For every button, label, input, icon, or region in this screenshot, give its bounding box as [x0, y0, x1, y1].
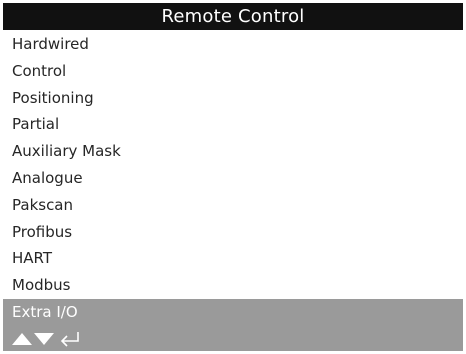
down-arrow-icon[interactable] [34, 333, 54, 345]
up-arrow-icon[interactable] [12, 333, 32, 345]
menu-item-hart[interactable]: HART [3, 245, 463, 272]
enter-return-icon[interactable] [60, 332, 79, 347]
menu-item-modbus[interactable]: Modbus [3, 272, 463, 299]
footer-nav-bar [3, 325, 463, 351]
page-title: Remote Control [3, 3, 463, 30]
menu-item-hardwired[interactable]: Hardwired [3, 31, 463, 58]
menu-list: Hardwired Control Positioning Partial Au… [3, 31, 463, 326]
menu-item-extra-io[interactable]: Extra I/O [3, 298, 463, 326]
menu-item-analogue[interactable]: Analogue [3, 165, 463, 192]
menu-item-partial[interactable]: Partial [3, 111, 463, 138]
nav-icons [12, 329, 112, 347]
menu-item-auxiliary-mask[interactable]: Auxiliary Mask [3, 138, 463, 165]
menu-item-profibus[interactable]: Profibus [3, 219, 463, 246]
menu-item-control[interactable]: Control [3, 58, 463, 85]
remote-control-screen: Remote Control Hardwired Control Positio… [3, 3, 463, 351]
menu-item-positioning[interactable]: Positioning [3, 85, 463, 112]
menu-item-pakscan[interactable]: Pakscan [3, 192, 463, 219]
